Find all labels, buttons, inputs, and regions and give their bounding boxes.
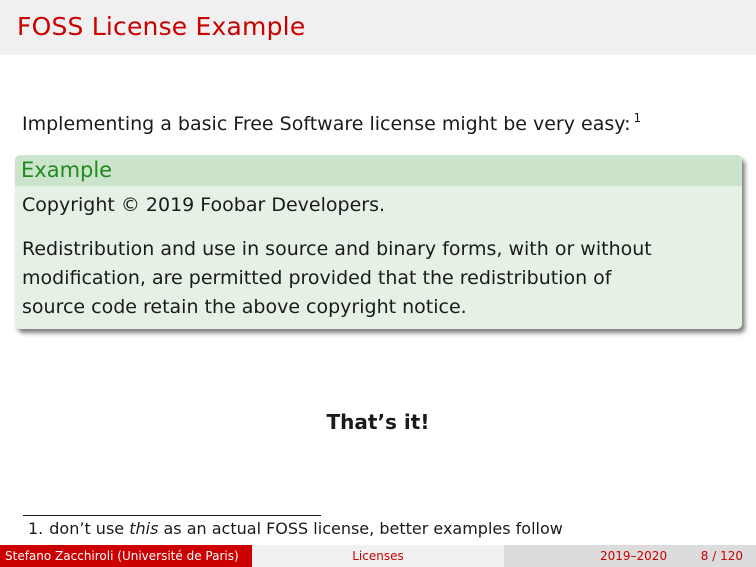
footnote: 1. don’t use this as an actual FOSS licen… (28, 519, 563, 538)
footline: Stefano Zacchiroli (Université de Paris)… (0, 545, 756, 567)
intro-text: Implementing a basic Free Software licen… (22, 111, 642, 135)
license-paragraph: Redistribution and use in source and bin… (22, 235, 735, 322)
footnote-mark: 1 (633, 111, 642, 125)
footline-date-box: 2019–2020 8 / 120 (504, 545, 756, 567)
frame-title: FOSS License Example (17, 12, 306, 41)
license-line-3: source code retain the above copyright n… (22, 296, 467, 318)
intro-sentence: Implementing a basic Free Software licen… (22, 113, 631, 135)
frame-title-bar: FOSS License Example (0, 0, 756, 55)
footline-author-box: Stefano Zacchiroli (Université de Paris) (0, 545, 252, 567)
footnote-text-after: as an actual FOSS license, better exampl… (158, 519, 563, 538)
example-block-title: Example (15, 155, 742, 186)
example-block: Example Copyright © 2019 Foobar Develope… (15, 155, 742, 329)
footnote-emphasis: this (129, 519, 159, 538)
footnote-number: 1. (28, 519, 44, 538)
copyright-line: Copyright © 2019 Foobar Developers. (22, 194, 386, 216)
footline-short-title: Licenses (352, 549, 404, 563)
footnote-rule (23, 515, 321, 516)
page-number: 8 / 120 (700, 549, 743, 563)
license-line-2: modification, are permitted provided tha… (22, 267, 612, 289)
example-block-body: Copyright © 2019 Foobar Developers. Redi… (15, 186, 742, 329)
footnote-text-before: don’t use (49, 519, 130, 538)
footline-title-box: Licenses (252, 545, 504, 567)
footline-institute: (Université de Paris) (117, 549, 239, 563)
conclusion-text: That’s it! (326, 410, 430, 434)
license-line-1: Redistribution and use in source and bin… (22, 238, 652, 260)
footline-author: Stefano Zacchiroli (5, 549, 114, 563)
footline-date: 2019–2020 (600, 549, 668, 563)
